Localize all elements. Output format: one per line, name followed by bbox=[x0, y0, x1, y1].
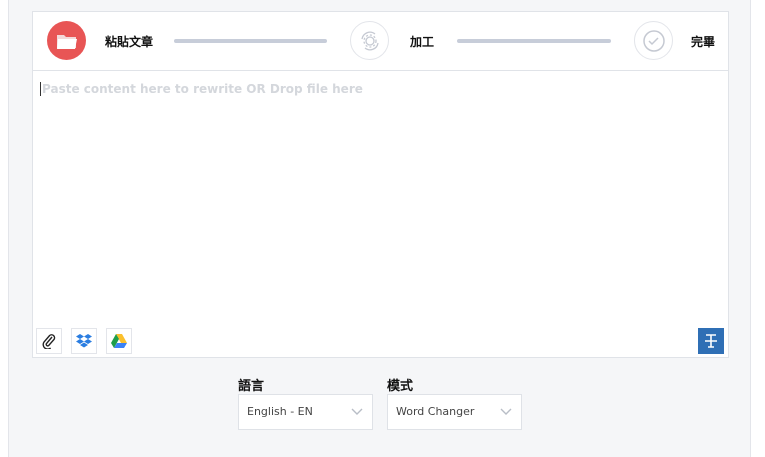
step-label-done: 完畢 bbox=[691, 35, 716, 49]
text-format-icon bbox=[705, 334, 717, 348]
folder-icon bbox=[47, 21, 86, 60]
language-value: English - EN bbox=[247, 405, 313, 418]
dropbox-icon bbox=[76, 334, 92, 348]
gear-sync-icon bbox=[350, 21, 389, 60]
chevron-down-icon bbox=[351, 408, 363, 415]
progress-steps: 粘貼文章 加工 完畢 bbox=[33, 12, 728, 71]
format-text-button[interactable] bbox=[698, 328, 724, 354]
mode-select[interactable]: Word Changer bbox=[387, 394, 522, 430]
dropbox-button[interactable] bbox=[71, 328, 97, 354]
mode-value: Word Changer bbox=[396, 405, 475, 418]
editor-card: 粘貼文章 加工 完畢 Paste content here to rewrite… bbox=[32, 11, 729, 358]
check-icon bbox=[634, 21, 673, 60]
google-drive-button[interactable] bbox=[106, 328, 132, 354]
step-label-process: 加工 bbox=[410, 35, 435, 49]
language-select[interactable]: English - EN bbox=[238, 394, 373, 430]
content-textarea[interactable]: Paste content here to rewrite OR Drop fi… bbox=[40, 82, 363, 96]
step-label-paste: 粘貼文章 bbox=[105, 35, 154, 49]
chevron-down-icon bbox=[500, 408, 512, 415]
step-connector bbox=[174, 39, 327, 43]
mode-label: 模式 bbox=[387, 379, 414, 394]
rewriter-panel: 粘貼文章 加工 完畢 Paste content here to rewrite… bbox=[8, 0, 751, 457]
paperclip-icon bbox=[42, 334, 56, 349]
language-label: 語言 bbox=[238, 379, 265, 394]
step-connector bbox=[457, 39, 611, 43]
attach-file-button[interactable] bbox=[36, 328, 62, 354]
google-drive-icon bbox=[111, 334, 127, 348]
